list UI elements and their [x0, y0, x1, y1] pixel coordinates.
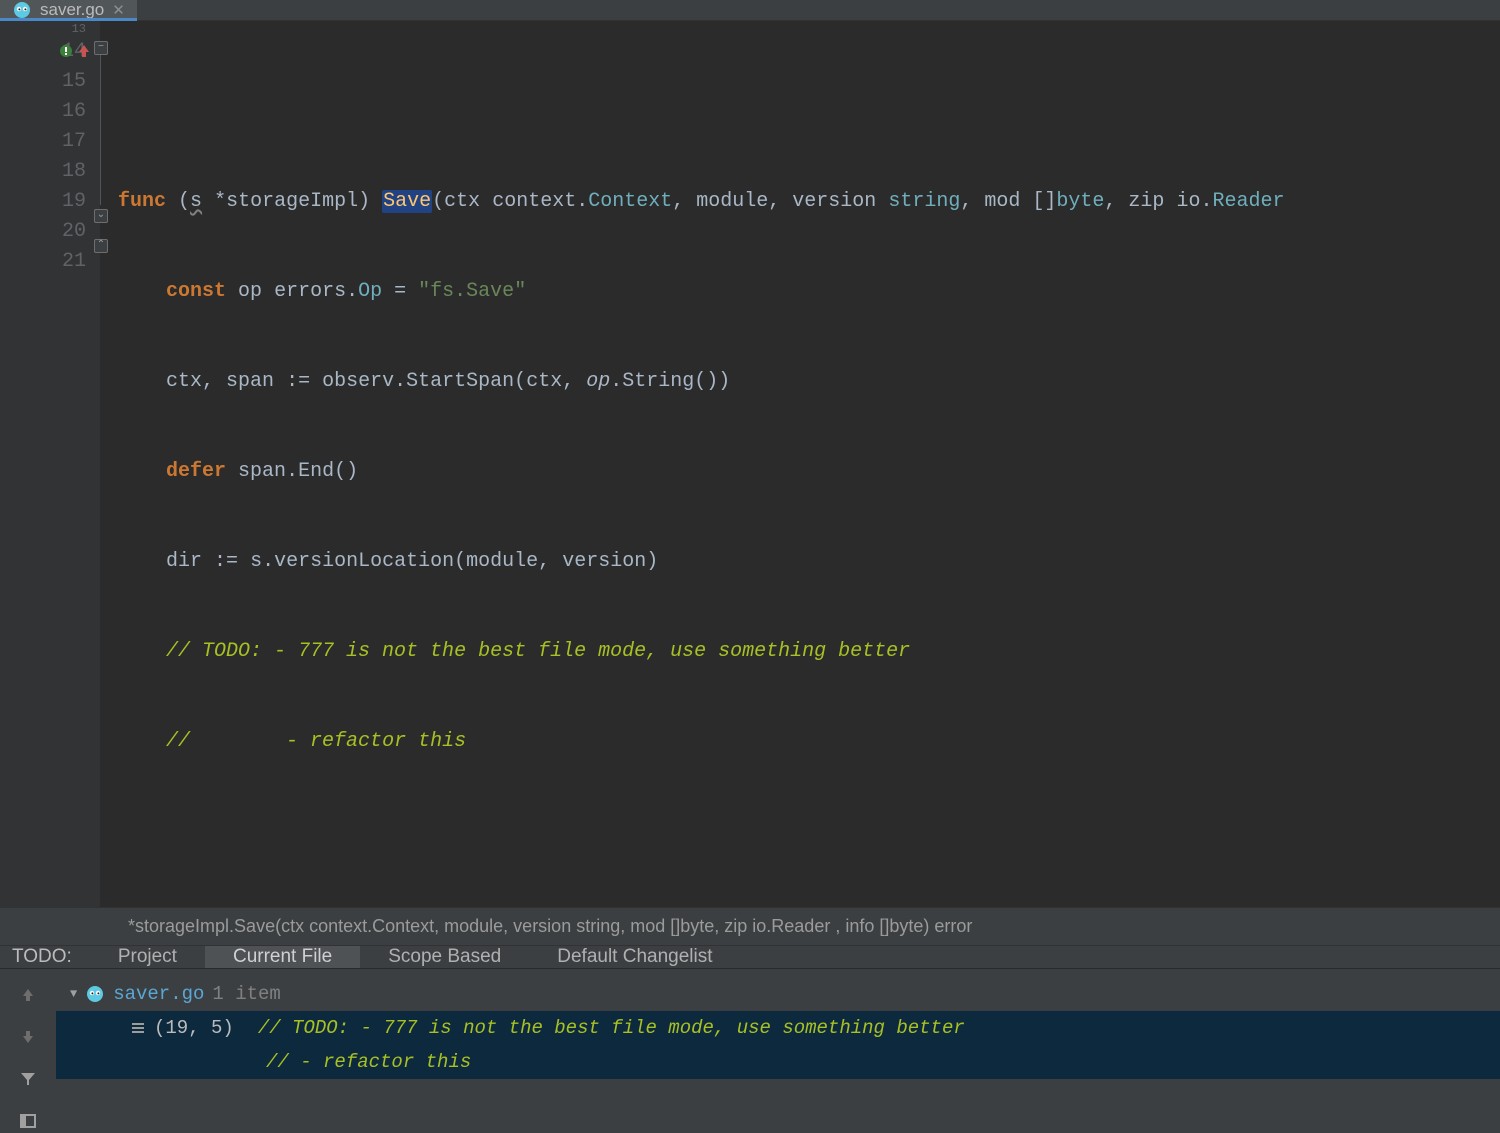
go-file-icon [12, 0, 32, 20]
todo-tree[interactable]: ▼ saver.go 1 item (19, 5) // TODO: - 777… [56, 969, 1500, 1133]
code-line: ctx, span := observ.StartSpan(ctx, op.St… [100, 367, 1500, 397]
todo-text: // [266, 1051, 289, 1073]
code-line: // TODO: - 777 is not the best file mode… [100, 637, 1500, 667]
todo-text: - refactor this [289, 1051, 471, 1073]
todo-text: TODO: - 777 is not the best file mode, u… [281, 1017, 965, 1039]
item-count: 1 item [212, 983, 280, 1005]
chevron-down-icon[interactable]: ▼ [70, 987, 77, 1001]
line-number: 17 [0, 127, 86, 157]
line-number: 13 [0, 21, 86, 37]
todo-item-row[interactable]: (19, 5) // TODO: - 777 is not the best f… [56, 1011, 1500, 1045]
function-signature: *storageImpl.Save(ctx context.Context, m… [128, 916, 972, 936]
close-icon[interactable]: ✕ [112, 1, 125, 19]
todo-panel: ▼ saver.go 1 item (19, 5) // TODO: - 777… [0, 969, 1500, 1133]
list-icon [130, 1020, 146, 1036]
tab-project[interactable]: Project [90, 946, 205, 968]
arrow-up-icon[interactable] [76, 43, 92, 59]
todo-text: // [258, 1017, 281, 1039]
inspection-warning-icon[interactable] [58, 43, 74, 59]
line-number: 16 [0, 97, 86, 127]
todo-toolwindow-tabs: TODO: Project Current File Scope Based D… [0, 946, 1500, 969]
line-number: 21 [0, 247, 86, 277]
arrow-down-icon[interactable] [16, 1025, 40, 1049]
todo-toolbar [0, 969, 56, 1133]
tab-filename: saver.go [40, 0, 104, 20]
breadcrumb-bar: *storageImpl.Save(ctx context.Context, m… [0, 907, 1500, 946]
code-area[interactable]: − ⌄ ⌃ func (s *storageImpl) Save(ctx con… [100, 21, 1500, 907]
fold-toggle-icon[interactable]: − [94, 41, 108, 55]
line-number: 20 [0, 217, 86, 247]
code-line: func (s *storageImpl) Save(ctx context.C… [100, 187, 1500, 217]
code-line: defer span.End() [100, 457, 1500, 487]
tab-scope-based[interactable]: Scope Based [360, 946, 529, 968]
todo-item-row-continuation[interactable]: // - refactor this [56, 1045, 1500, 1079]
tab-default-changelist[interactable]: Default Changelist [529, 946, 740, 968]
code-line: const op errors.Op = "fs.Save" [100, 277, 1500, 307]
line-number: 15 [0, 67, 86, 97]
code-editor[interactable]: 13 14 15 16 17 18 19 20 21 − ⌄ ⌃ func (s… [0, 21, 1500, 907]
location-coord: (19, 5) [154, 1017, 234, 1039]
tree-file-row[interactable]: ▼ saver.go 1 item [56, 977, 1500, 1011]
tab-current-file[interactable]: Current File [205, 946, 360, 968]
todo-label: TODO: [0, 946, 90, 968]
arrow-up-icon[interactable] [16, 983, 40, 1007]
fold-region-icon[interactable]: ⌃ [94, 239, 108, 253]
go-file-icon [85, 984, 105, 1004]
layout-icon[interactable] [16, 1109, 40, 1133]
editor-tabbar: saver.go ✕ [0, 0, 1500, 21]
filter-icon[interactable] [16, 1067, 40, 1091]
code-line: // - refactor this [100, 727, 1500, 757]
line-number: 18 [0, 157, 86, 187]
fold-region-icon[interactable]: ⌄ [94, 209, 108, 223]
code-line: dir := s.versionLocation(module, version… [100, 547, 1500, 577]
file-tab[interactable]: saver.go ✕ [0, 0, 137, 20]
file-name: saver.go [113, 983, 204, 1005]
gutter: 13 14 15 16 17 18 19 20 21 [0, 21, 100, 907]
line-number: 19 [0, 187, 86, 217]
